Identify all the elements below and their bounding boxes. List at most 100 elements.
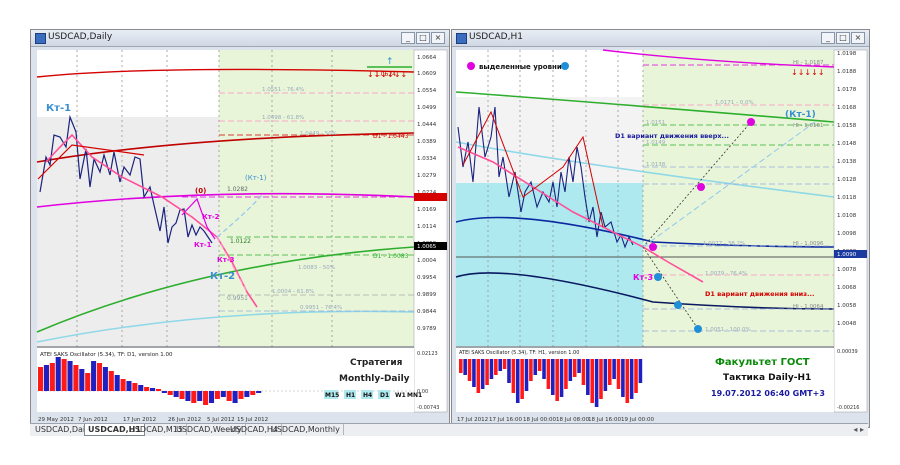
zero-label: (0) (195, 187, 206, 195)
oscillator-bar (507, 359, 511, 383)
oscillator-bar (524, 359, 529, 391)
oscillator-bar (533, 359, 538, 375)
oscillator-bar (108, 371, 114, 391)
minimize-button[interactable]: _ (821, 32, 835, 44)
svg-text:0.9789: 0.9789 (417, 326, 437, 332)
tab-usdcad-monthly[interactable]: USDCAD,Monthly (268, 424, 344, 435)
variant-down-label: D1 вариант движения вниз... (705, 290, 814, 298)
svg-text:1.0168: 1.0168 (837, 105, 857, 111)
green-zone (219, 50, 414, 346)
gray-zone (37, 117, 219, 346)
svg-text:1.0138: 1.0138 (646, 162, 666, 168)
svg-text:MN1: MN1 (407, 392, 422, 399)
oscillator-bar (49, 363, 55, 391)
chart-window-h1[interactable]: USDCAD,H1 _ □ × выделенные уровни (Кт-1)… (451, 29, 870, 428)
blue-dot (694, 325, 702, 333)
svg-text:1.0068: 1.0068 (837, 285, 857, 291)
window-titlebar[interactable]: USDCAD,Daily _ □ × (31, 30, 449, 47)
svg-text:1.0148: 1.0148 (837, 141, 857, 147)
chart-canvas[interactable]: выделенные уровни (Кт-1) Кт-3 D1 вариант… (453, 47, 868, 426)
oscillator-bar (256, 391, 262, 393)
oscillator-bar (43, 365, 49, 391)
svg-text:HI - 1.0064: HI - 1.0064 (793, 304, 824, 310)
oscillator-bar (502, 359, 507, 369)
magenta-dot (697, 183, 705, 191)
oscillator-bar (559, 359, 564, 397)
oscillator-bar (208, 391, 215, 403)
oscillator-bar (638, 359, 643, 383)
oscillator-title: ATEI SAKS Oscillator (5.34), TF: H1, ver… (459, 350, 579, 356)
svg-text:1.0083 - 50%: 1.0083 - 50% (298, 265, 335, 271)
up-arrow-icon: ↑ (386, 57, 394, 67)
oscillator-bar (67, 361, 73, 391)
svg-text:1.0171 - 0.0%: 1.0171 - 0.0% (715, 100, 754, 106)
red-price-box (414, 193, 447, 201)
svg-text:0.00039: 0.00039 (837, 349, 858, 355)
chart-tab-bar: USDCAD,Daily USDCAD,H1 USDCAD,M15 USDCAD… (30, 423, 868, 436)
chart-window-daily[interactable]: USDCAD,Daily _ □ × Кт-1 Кт-2 Кт-2 Кт-1 К… (30, 29, 450, 428)
svg-text:1.0078: 1.0078 (837, 267, 857, 273)
d1-level-bottom: D1 - 1.0083 (373, 253, 409, 260)
chart-icon (456, 33, 467, 44)
svg-text:1.0108: 1.0108 (837, 213, 857, 219)
svg-text:1.0077 - 38.2%: 1.0077 - 38.2% (703, 241, 745, 247)
oscillator-bar (586, 359, 590, 395)
svg-text:1.0198: 1.0198 (837, 51, 857, 57)
tab-scroll-arrows[interactable]: ◂ ▸ (853, 424, 864, 435)
price-tag-3: 0.9951 (227, 295, 248, 302)
variant-up-label: D1 вариант движения вверх... (615, 132, 729, 140)
oscillator-bar (612, 359, 616, 379)
window-titlebar[interactable]: USDCAD,H1 _ □ × (452, 30, 869, 47)
oscillator-bar (167, 391, 173, 395)
svg-text:HI - 1.0096: HI - 1.0096 (793, 241, 824, 247)
oscillator-bar (55, 357, 61, 391)
minimize-button[interactable]: _ (401, 32, 415, 44)
oscillator-bar (603, 359, 608, 391)
oscillator-bar (607, 359, 612, 385)
tactic-title: Тактика Daily-H1 (723, 373, 811, 383)
oscillator-bar (577, 359, 581, 373)
oscillator-bar (467, 359, 472, 381)
svg-text:-0.00743: -0.00743 (417, 405, 439, 411)
chart-canvas[interactable]: Кт-1 Кт-2 Кт-2 Кт-1 Кт-3 (Кт-1) (0) 1.02… (32, 47, 448, 426)
oscillator-bar (564, 359, 568, 389)
oscillator-bar (203, 391, 209, 405)
oscillator-bar (155, 389, 161, 391)
svg-text:1.0151: 1.0151 (646, 120, 665, 126)
close-button[interactable]: × (431, 32, 445, 44)
svg-text:1.0664: 1.0664 (417, 55, 437, 61)
svg-text:1.0158: 1.0158 (837, 123, 857, 129)
legend-magenta-dot (467, 62, 475, 70)
oscillator-bar (459, 359, 463, 373)
svg-text:0.9844: 0.9844 (417, 309, 437, 315)
oscillator-bar (226, 391, 232, 401)
oscillator-bar (102, 367, 108, 391)
oscillator-bar (173, 391, 179, 397)
current-price: 1.0090 (837, 252, 857, 258)
svg-text:W1: W1 (395, 392, 406, 399)
kt1-label: (Кт-1) (785, 110, 816, 120)
svg-text:0.9899: 0.9899 (417, 292, 437, 298)
svg-text:1.0279: 1.0279 (417, 173, 437, 179)
maximize-button[interactable]: □ (416, 32, 430, 44)
oscillator-bar (480, 359, 485, 389)
oscillator-bar (161, 391, 167, 393)
oscillator-bar (555, 359, 559, 401)
close-button[interactable]: × (851, 32, 865, 44)
svg-text:0.02123: 0.02123 (417, 351, 438, 357)
oscillator-bar (144, 387, 150, 391)
svg-text:1.0551 - 76.4%: 1.0551 - 76.4% (262, 87, 304, 93)
magenta-dot (649, 243, 657, 251)
svg-text:1.0188: 1.0188 (837, 69, 857, 75)
svg-text:1.0449 - 50%: 1.0449 - 50% (300, 131, 337, 137)
oscillator-bar (250, 391, 256, 395)
oscillator-bar (529, 359, 533, 381)
kt1-label: Кт-1 (46, 103, 71, 114)
svg-text:0.9954: 0.9954 (417, 275, 437, 281)
red-tag: 1.0624 (375, 71, 396, 78)
oscillator-bar (85, 373, 91, 391)
maximize-button[interactable]: □ (836, 32, 850, 44)
oscillator-bar (244, 391, 250, 397)
oscillator-bar (621, 359, 625, 397)
terminal-frame: USDCAD,Daily _ □ × Кт-1 Кт-2 Кт-2 Кт-1 К… (30, 29, 870, 433)
